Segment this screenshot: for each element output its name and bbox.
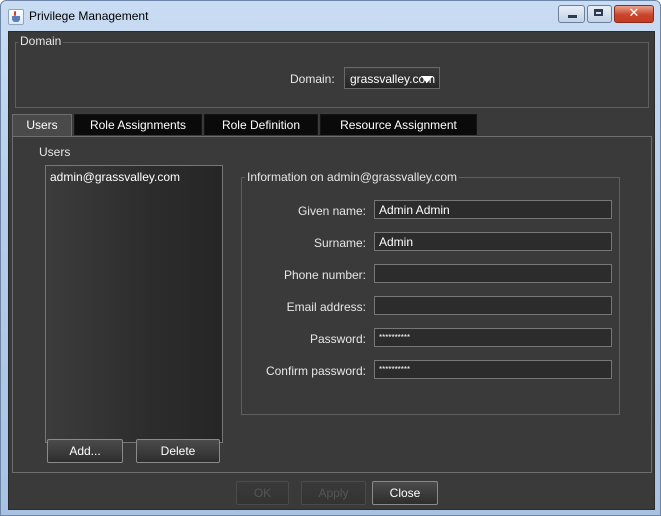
password-field[interactable] — [374, 328, 612, 347]
given-name-field[interactable] — [374, 200, 612, 219]
close-window-button[interactable]: ✕ — [614, 5, 654, 23]
user-list[interactable]: admin@grassvalley.com — [45, 165, 223, 443]
users-tab-panel: Users admin@grassvalley.com Information … — [12, 136, 652, 473]
confirm-password-field[interactable] — [374, 360, 612, 379]
maximize-button[interactable] — [587, 5, 612, 23]
domain-label: Domain: — [290, 72, 335, 86]
confirm-password-label: Confirm password: — [265, 364, 366, 378]
title-bar[interactable]: Privilege Management ✕ — [1, 1, 660, 31]
tab-resource-assignment[interactable]: Resource Assignment — [320, 114, 477, 135]
chevron-down-icon — [421, 76, 433, 83]
window-title: Privilege Management — [29, 9, 149, 23]
close-button[interactable]: Close — [372, 481, 438, 505]
surname-field[interactable] — [374, 232, 612, 251]
java-cup-icon — [8, 9, 24, 25]
users-heading: Users — [39, 145, 71, 159]
tab-role-assignments[interactable]: Role Assignments — [74, 114, 202, 135]
domain-group: Domain Domain: grassvalley.com — [15, 34, 649, 108]
domain-dropdown[interactable]: grassvalley.com — [344, 67, 440, 89]
email-address-label: Email address: — [286, 300, 366, 314]
phone-number-field[interactable] — [374, 264, 612, 283]
password-label: Password: — [309, 332, 366, 346]
add-user-button[interactable]: Add... — [47, 439, 123, 463]
tab-users[interactable]: Users — [12, 114, 72, 136]
close-icon: ✕ — [628, 6, 640, 21]
user-info-title: Information on admin@grassvalley.com — [245, 170, 460, 184]
user-info-group: Information on admin@grassvalley.com Giv… — [241, 170, 620, 415]
surname-label: Surname: — [313, 236, 366, 250]
client-area: Domain Domain: grassvalley.com Users Rol… — [8, 31, 655, 510]
tab-role-definition[interactable]: Role Definition — [204, 114, 318, 135]
privilege-management-window: Privilege Management ✕ Domain Domain: gr… — [0, 0, 661, 516]
ok-button[interactable]: OK — [236, 481, 289, 505]
given-name-label: Given name: — [297, 204, 366, 218]
maximize-icon — [594, 9, 603, 16]
phone-number-label: Phone number: — [283, 268, 366, 282]
minimize-button[interactable] — [558, 5, 585, 23]
delete-user-button[interactable]: Delete — [136, 439, 220, 463]
apply-button[interactable]: Apply — [301, 481, 366, 505]
domain-group-title: Domain — [18, 34, 64, 48]
list-item[interactable]: admin@grassvalley.com — [47, 168, 221, 186]
minimize-icon — [568, 15, 577, 18]
email-field[interactable] — [374, 296, 612, 315]
